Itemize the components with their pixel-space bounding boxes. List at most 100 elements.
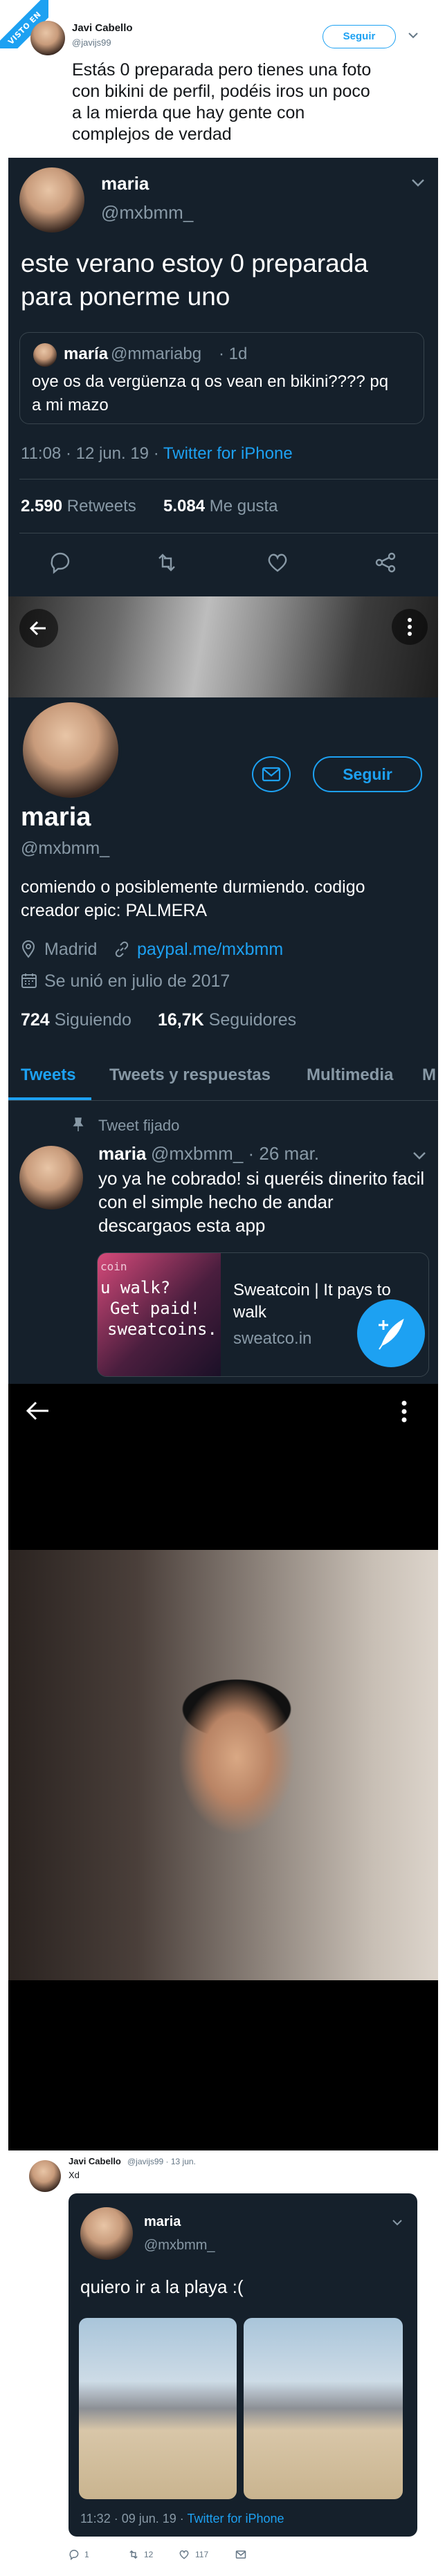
pinned-handle-time: @mxbmm_ · 26 mar. (151, 1143, 320, 1164)
pinned-line-1: yo ya he cobrado! si queréis dinerito fa… (98, 1168, 425, 1189)
share-icon[interactable] (374, 551, 397, 574)
profile-handle: @mxbmm_ (21, 839, 110, 858)
tweet-source-link[interactable]: Twitter for iPhone (163, 444, 293, 463)
author-name[interactable]: maria (101, 173, 149, 194)
profile-location: Madrid (44, 940, 98, 959)
reply-text: Xd (69, 2170, 80, 2180)
author-handle[interactable]: @mxbmm_ (101, 202, 193, 223)
timestamp-text: 11:32 · 09 jun. 19 · (80, 2512, 188, 2525)
likes-label: Me gusta (209, 497, 278, 515)
avatar[interactable] (19, 167, 84, 232)
timestamp-text: 11:08 · 12 jun. 19 · (21, 444, 163, 463)
bio-line-1: comiendo o posiblemente durmiendo. codig… (21, 877, 365, 897)
reply-icon[interactable] (69, 2549, 80, 2560)
avatar (80, 2207, 133, 2260)
beach-photo-2 (244, 2318, 403, 2499)
following-stat[interactable]: 724 Siguiendo (21, 1010, 131, 1030)
pinned-author-name[interactable]: maria (98, 1143, 146, 1164)
quote-time: · 1d (219, 345, 248, 363)
profile-link[interactable]: paypal.me/mxbmm (137, 940, 283, 960)
profile-photo (8, 1550, 438, 1980)
card-image-text: coin (100, 1260, 127, 1273)
inner-author-name: maria (144, 2214, 181, 2229)
pin-icon (73, 1117, 84, 1131)
retweet-icon[interactable] (155, 551, 179, 574)
author-name[interactable]: Javi Cabello (72, 22, 133, 34)
card-image-text: Get paid! (110, 1299, 201, 1318)
likes-count: 5.084 (163, 497, 206, 515)
reply-icon[interactable] (48, 551, 72, 574)
compose-tweet-button[interactable] (357, 1299, 425, 1367)
chevron-down-icon (392, 2220, 402, 2226)
reply-author-name[interactable]: Javi Cabello (69, 2156, 121, 2166)
tab-media[interactable]: Multimedia (307, 1066, 393, 1085)
tab-tweets-replies[interactable]: Tweets y respuestas (109, 1066, 271, 1085)
like-count: 117 (195, 2550, 209, 2559)
retweets-stat[interactable]: 2.590 Retweets (21, 497, 136, 516)
arrow-left-icon[interactable] (24, 1399, 51, 1423)
link-icon (115, 941, 129, 958)
message-button[interactable] (252, 756, 291, 792)
profile-avatar[interactable] (19, 699, 122, 801)
more-vertical-icon (408, 618, 412, 636)
retweets-count: 2.590 (21, 497, 63, 515)
tab-tweets[interactable]: Tweets (21, 1066, 76, 1085)
like-icon[interactable] (179, 2549, 190, 2560)
retweet-count: 12 (144, 2550, 154, 2559)
tweet-line-2: para ponerme uno (21, 282, 230, 311)
avatar[interactable] (29, 2160, 61, 2192)
inner-timestamp: 11:32 · 09 jun. 19 · Twitter for iPhone (80, 2512, 284, 2526)
tab-likes[interactable]: M (422, 1066, 436, 1085)
profile-name: maria (21, 803, 91, 832)
card-domain: sweatco.in (233, 1329, 312, 1348)
back-button[interactable] (19, 609, 58, 648)
reply-count: 1 (84, 2550, 89, 2559)
tweet-line-3: a la mierda que hay gente con (72, 103, 305, 122)
avatar[interactable] (19, 1146, 83, 1209)
following-label: Siguiendo (54, 1010, 131, 1030)
message-icon[interactable] (235, 2549, 246, 2560)
follow-button[interactable]: Seguir (313, 756, 422, 792)
more-vertical-icon[interactable] (399, 1398, 410, 1425)
followers-stat[interactable]: 16,7K Seguidores (158, 1010, 296, 1030)
quote-author-handle: @mmariabg (111, 345, 202, 363)
inner-tweet-text: quiero ir a la playa :( (80, 2276, 244, 2297)
avatar[interactable] (30, 21, 65, 55)
bio-line-2: creador epic: PALMERA (21, 901, 208, 920)
tweet-line-4: complejos de verdad (72, 125, 232, 144)
retweets-label: Retweets (66, 497, 136, 515)
tweet-line-2: con bikini de perfil, podéis iros un poc… (72, 82, 370, 101)
profile-banner (8, 596, 438, 697)
author-handle[interactable]: @javijs99 (72, 37, 111, 48)
followers-count: 16,7K (158, 1010, 204, 1030)
more-options-button[interactable] (392, 609, 428, 645)
location-icon (21, 940, 35, 958)
card-title-line-2: walk (233, 1303, 267, 1322)
like-icon[interactable] (266, 551, 289, 574)
quote-line-1: oye os da vergüenza q os vean en bikini?… (32, 372, 389, 391)
pinned-line-3: descargaos esta app (98, 1215, 266, 1236)
card-title-line-1: Sweatcoin | It pays to (233, 1281, 391, 1299)
tweet-source-link: Twitter for iPhone (187, 2512, 284, 2525)
card-image-text: u walk? (100, 1278, 171, 1297)
quote-author-name: maría (64, 345, 109, 363)
chevron-down-icon[interactable] (408, 32, 418, 39)
tweet-line-1: este verano estoy 0 preparada (21, 249, 368, 277)
pinned-label: Tweet fijado (98, 1117, 180, 1134)
card-image: coin u walk? Get paid! sweatcoins. (98, 1253, 221, 1376)
retweet-icon[interactable] (127, 2549, 140, 2560)
divider (8, 1100, 438, 1101)
followers-label: Seguidores (208, 1010, 297, 1030)
feather-plus-icon (379, 1318, 404, 1350)
tweet-line-1: Estás 0 preparada pero tienes una foto (72, 60, 372, 80)
chevron-down-icon[interactable] (411, 179, 425, 187)
likes-stat[interactable]: 5.084 Me gusta (163, 497, 278, 516)
avatar (33, 343, 57, 367)
pinned-line-2: con el simple hecho de andar (98, 1191, 334, 1212)
card-image-text: sweatcoins. (107, 1319, 217, 1339)
tweet-timestamp: 11:08 · 12 jun. 19 · Twitter for iPhone (21, 444, 293, 464)
chevron-down-icon[interactable] (412, 1151, 426, 1160)
follow-button[interactable]: Seguir (323, 25, 396, 48)
inner-author-handle: @mxbmm_ (144, 2238, 215, 2253)
envelope-icon (262, 767, 281, 782)
